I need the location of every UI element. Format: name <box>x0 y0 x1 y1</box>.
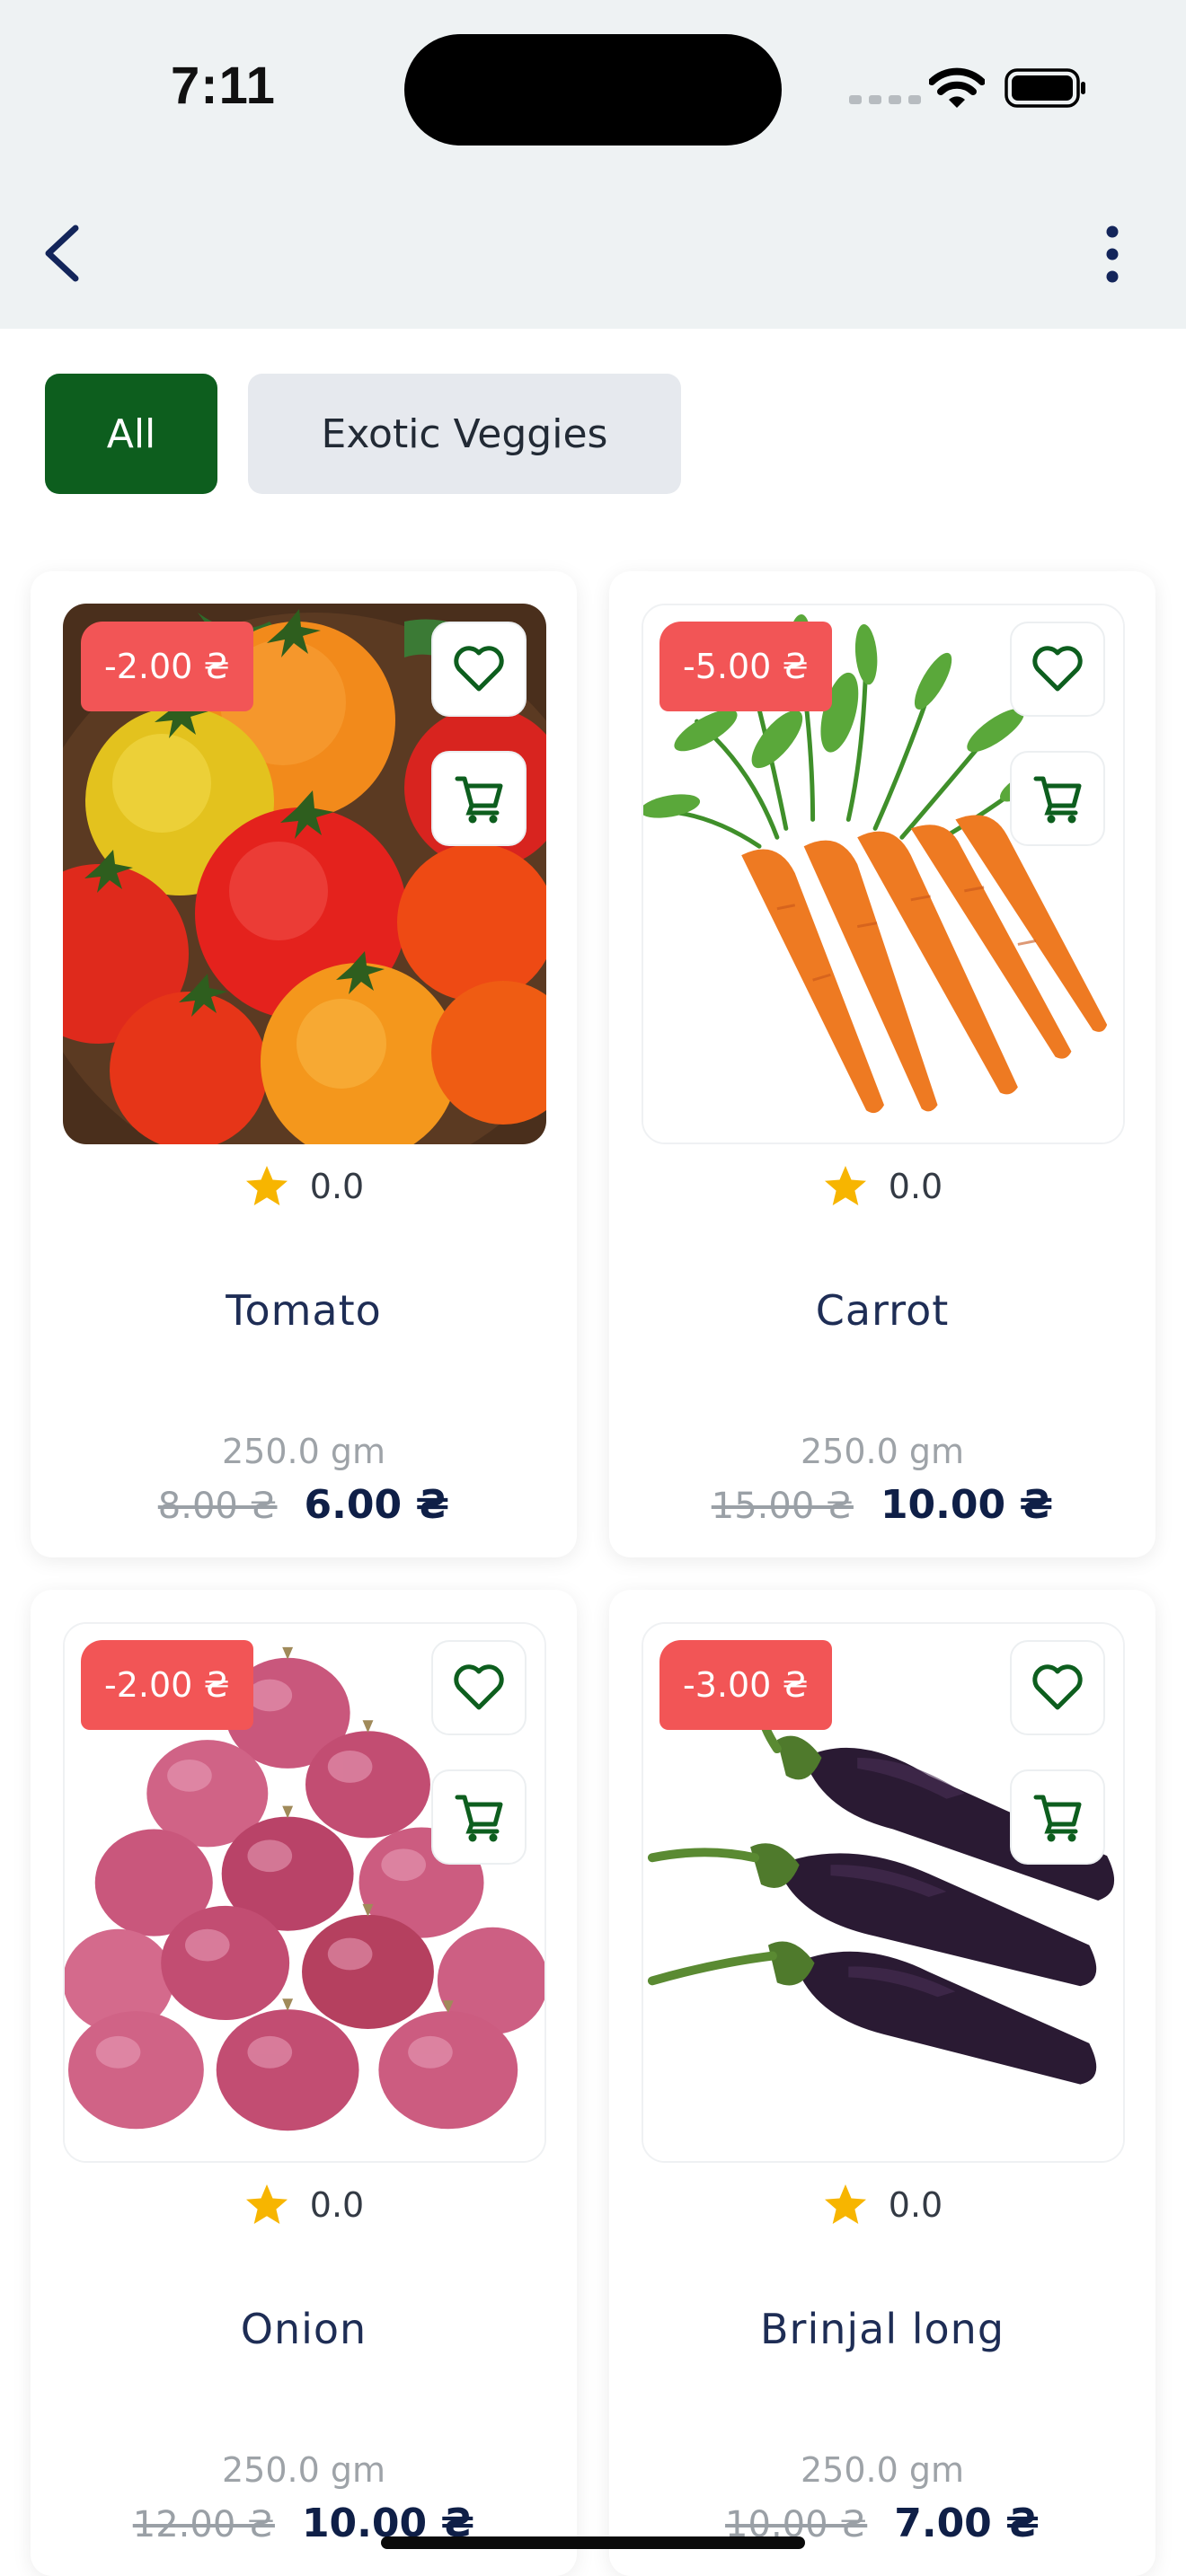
star-icon <box>245 2184 288 2224</box>
sale-price: 10.00 ₴ <box>880 1482 1054 1528</box>
rating: 0.0 <box>31 2183 577 2228</box>
product-card-carrot[interactable]: -5.00 ₴ 0.0 Carrot 250.0 gm 15.00 ₴ 10.0… <box>609 571 1155 1557</box>
favorite-button[interactable] <box>431 622 527 717</box>
screen: 7:11 All Exotic Veggies -2.00 ₴ 0.0 Toma… <box>0 0 1186 2576</box>
cart-icon <box>1033 776 1082 824</box>
star-icon <box>824 2184 866 2224</box>
favorite-button[interactable] <box>1010 1640 1105 1735</box>
category-chip-exotic-veggies[interactable]: Exotic Veggies <box>248 374 681 494</box>
add-to-cart-button[interactable] <box>431 1769 527 1865</box>
product-weight: 250.0 gm <box>800 2450 964 2490</box>
cellular-signal-icon <box>849 95 921 104</box>
product-name[interactable]: Carrot <box>609 1286 1155 1335</box>
product-weight: 250.0 gm <box>800 1432 964 1471</box>
dynamic-island <box>404 34 782 146</box>
original-price: 8.00 ₴ <box>157 1486 278 1527</box>
sale-price: 6.00 ₴ <box>304 1482 450 1528</box>
top-bar: 7:11 <box>0 0 1186 329</box>
rating-value: 0.0 <box>888 1167 943 1206</box>
heart-icon <box>1032 1664 1083 1710</box>
add-to-cart-button[interactable] <box>431 751 527 846</box>
original-price: 12.00 ₴ <box>132 2504 275 2545</box>
battery-icon <box>1005 68 1085 108</box>
heart-icon <box>454 646 504 692</box>
product-card-brinjal-long[interactable]: -3.00 ₴ 0.0 Brinjal long 250.0 gm 10.00 … <box>609 1590 1155 2576</box>
rating-value: 0.0 <box>888 2185 943 2225</box>
original-price: 15.00 ₴ <box>711 1486 854 1527</box>
sale-price: 7.00 ₴ <box>894 2501 1040 2546</box>
product-card-tomato[interactable]: -2.00 ₴ 0.0 Tomato 250.0 gm 8.00 ₴ 6.00 … <box>31 571 577 1557</box>
cart-icon <box>1033 1795 1082 1842</box>
price-row: 15.00 ₴ 10.00 ₴ <box>609 1482 1155 1528</box>
price-row: 8.00 ₴ 6.00 ₴ <box>31 1482 577 1528</box>
wifi-icon <box>929 67 985 108</box>
cart-icon <box>455 1795 503 1842</box>
add-to-cart-button[interactable] <box>1010 751 1105 846</box>
rating: 0.0 <box>609 2183 1155 2228</box>
product-card-onion[interactable]: -2.00 ₴ 0.0 Onion 250.0 gm 12.00 ₴ 10.00… <box>31 1590 577 2576</box>
heart-icon <box>1032 646 1083 692</box>
heart-icon <box>454 1664 504 1710</box>
favorite-button[interactable] <box>431 1640 527 1735</box>
rating-value: 0.0 <box>309 1167 365 1206</box>
product-name[interactable]: Tomato <box>31 1286 577 1335</box>
back-arrow-icon[interactable] <box>36 216 93 291</box>
cart-icon <box>455 776 503 824</box>
favorite-button[interactable] <box>1010 622 1105 717</box>
rating: 0.0 <box>609 1164 1155 1209</box>
discount-badge: -2.00 ₴ <box>81 1640 253 1730</box>
product-weight: 250.0 gm <box>221 1432 385 1471</box>
category-chip-all[interactable]: All <box>45 374 217 494</box>
discount-badge: -5.00 ₴ <box>659 622 832 711</box>
add-to-cart-button[interactable] <box>1010 1769 1105 1865</box>
home-indicator[interactable] <box>381 2536 805 2549</box>
discount-badge: -3.00 ₴ <box>659 1640 832 1730</box>
product-name[interactable]: Onion <box>31 2305 577 2353</box>
product-name[interactable]: Brinjal long <box>609 2305 1155 2353</box>
product-weight: 250.0 gm <box>221 2450 385 2490</box>
star-icon <box>824 1166 866 1205</box>
rating: 0.0 <box>31 1164 577 1209</box>
status-time: 7:11 <box>171 57 276 115</box>
more-vertical-icon[interactable] <box>1094 223 1130 286</box>
discount-badge: -2.00 ₴ <box>81 622 253 711</box>
star-icon <box>245 1166 288 1205</box>
rating-value: 0.0 <box>309 2185 365 2225</box>
